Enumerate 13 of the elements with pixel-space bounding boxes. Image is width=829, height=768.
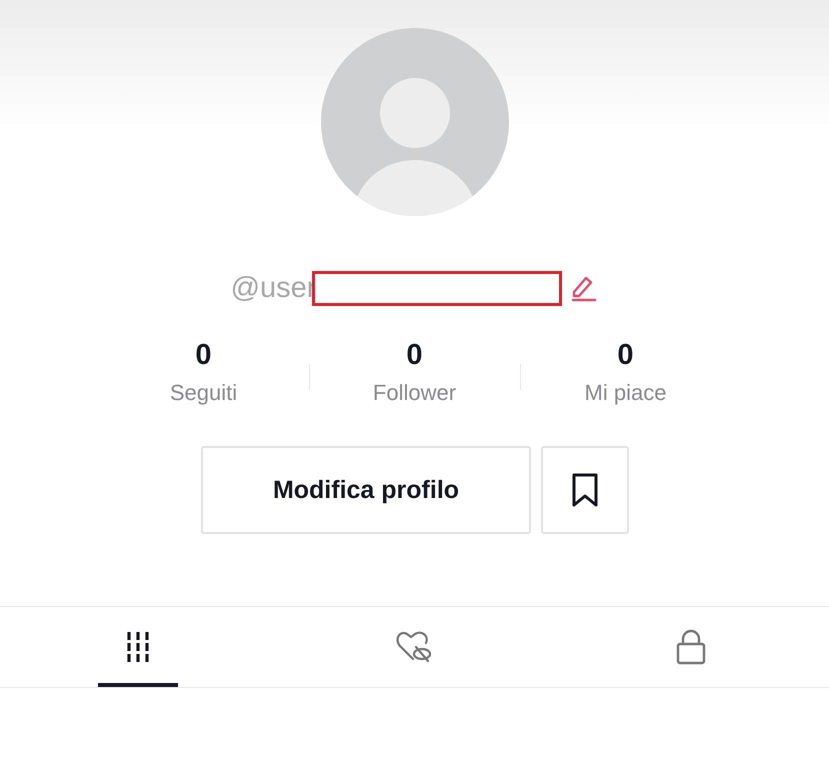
bookmark-icon — [570, 472, 600, 508]
stat-label: Seguiti — [170, 380, 238, 406]
username: @user — [230, 272, 316, 304]
bookmark-button[interactable] — [541, 446, 629, 534]
stat-count: 0 — [195, 338, 212, 372]
stat-label: Follower — [372, 380, 456, 406]
stat-label: Mi piace — [584, 380, 666, 406]
heart-hidden-icon — [395, 629, 434, 665]
pencil-icon[interactable] — [570, 274, 598, 302]
avatar-icon — [320, 28, 508, 216]
stat-count: 0 — [406, 338, 423, 372]
stat-count: 0 — [617, 338, 634, 372]
edit-profile-button[interactable]: Modifica profilo — [201, 446, 531, 534]
